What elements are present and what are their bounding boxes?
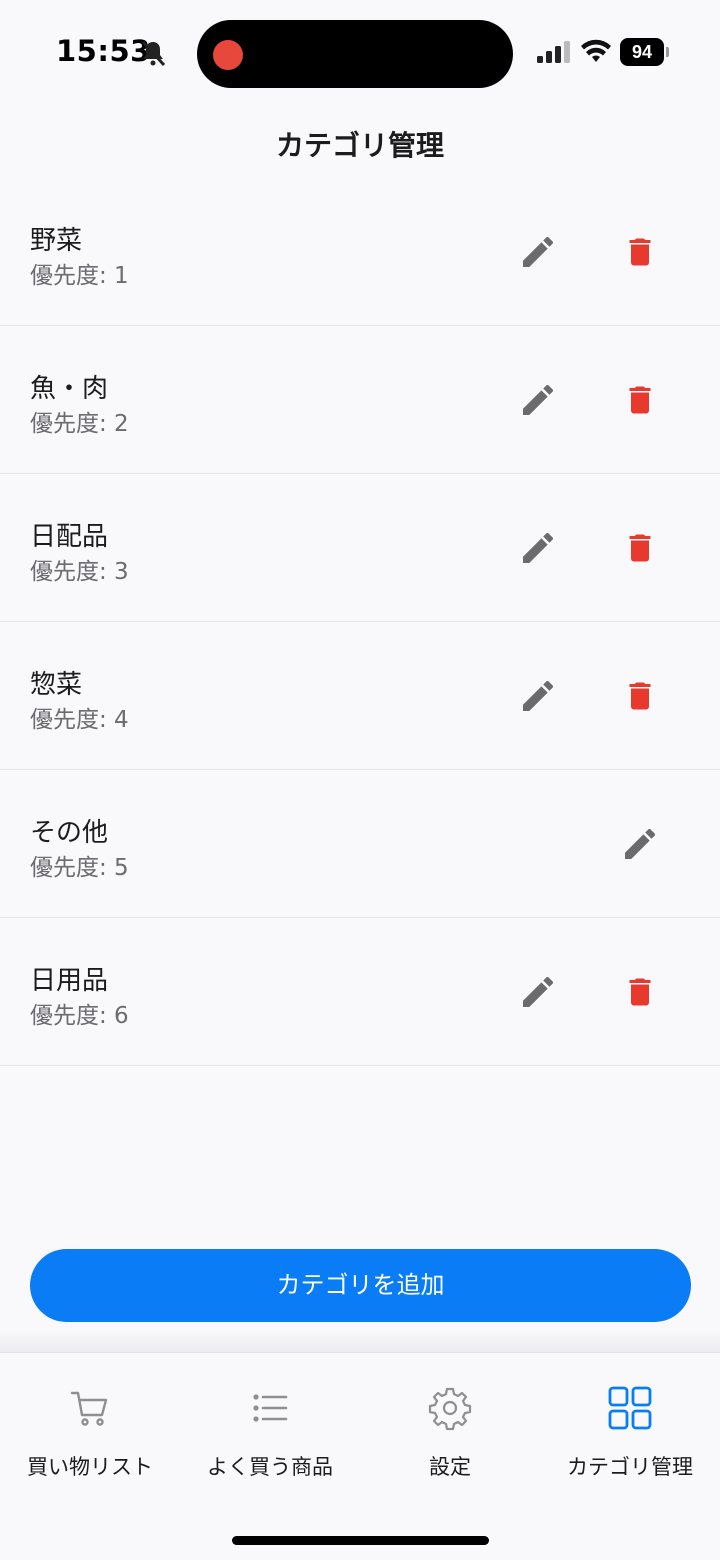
battery-icon: 94 bbox=[620, 38, 670, 66]
tab-label: よく買う商品 bbox=[207, 1455, 333, 1479]
edit-button[interactable] bbox=[518, 232, 558, 272]
page-title: カテゴリ管理 bbox=[275, 129, 444, 162]
edit-button[interactable] bbox=[518, 972, 558, 1012]
edit-button[interactable] bbox=[518, 676, 558, 716]
category-priority: 優先度: 3 bbox=[30, 559, 129, 585]
tab-bar: 買い物リスト よく買う商品 設定 カテゴリ管理 bbox=[0, 1352, 720, 1560]
category-name: 惣菜 bbox=[30, 670, 83, 700]
category-priority: 優先度: 4 bbox=[30, 707, 129, 733]
tab-settings[interactable]: 設定 bbox=[360, 1353, 540, 1493]
tab-shopping-list[interactable]: 買い物リスト bbox=[0, 1353, 180, 1493]
category-priority: 優先度: 2 bbox=[30, 411, 129, 437]
tab-category-management[interactable]: カテゴリ管理 bbox=[540, 1353, 720, 1493]
cart-icon bbox=[67, 1385, 113, 1431]
list-icon bbox=[247, 1385, 293, 1431]
tab-label: カテゴリ管理 bbox=[567, 1455, 693, 1479]
pencil-icon bbox=[523, 976, 554, 1007]
recording-dot-icon bbox=[213, 40, 243, 70]
pencil-icon bbox=[523, 532, 554, 563]
category-list: 野菜 優先度: 1 魚・肉 優先度: 2 日配品 優先度: 3 惣菜 優先度: … bbox=[0, 178, 720, 1066]
list-item[interactable]: 日配品 優先度: 3 bbox=[0, 474, 720, 622]
pencil-icon bbox=[523, 384, 554, 415]
category-name: 日用品 bbox=[30, 966, 109, 996]
trash-icon bbox=[629, 682, 651, 710]
category-priority: 優先度: 1 bbox=[30, 263, 129, 289]
category-name: 野菜 bbox=[30, 226, 83, 256]
tab-label: 設定 bbox=[429, 1455, 471, 1479]
category-priority: 優先度: 5 bbox=[30, 855, 129, 881]
edit-button[interactable] bbox=[518, 528, 558, 568]
grid-icon bbox=[607, 1385, 653, 1431]
add-category-button[interactable]: カテゴリを追加 bbox=[30, 1249, 691, 1322]
delete-button[interactable] bbox=[622, 676, 658, 716]
delete-button[interactable] bbox=[622, 232, 658, 272]
delete-button[interactable] bbox=[622, 528, 658, 568]
trash-icon bbox=[629, 238, 651, 266]
delete-button[interactable] bbox=[622, 972, 658, 1012]
tab-label: 買い物リスト bbox=[27, 1455, 153, 1479]
delete-button[interactable] bbox=[622, 380, 658, 420]
list-item[interactable]: 魚・肉 優先度: 2 bbox=[0, 326, 720, 474]
trash-icon bbox=[629, 386, 651, 414]
category-priority: 優先度: 6 bbox=[30, 1003, 129, 1029]
pencil-icon bbox=[625, 828, 656, 859]
home-indicator bbox=[232, 1536, 489, 1545]
cellular-signal-icon bbox=[535, 40, 575, 64]
bell-slash-icon bbox=[138, 38, 168, 68]
tab-frequent-items[interactable]: よく買う商品 bbox=[180, 1353, 360, 1493]
trash-icon bbox=[629, 534, 651, 562]
list-item[interactable]: 野菜 優先度: 1 bbox=[0, 178, 720, 326]
list-item[interactable]: その他 優先度: 5 bbox=[0, 770, 720, 918]
status-bar: 15:53 94 bbox=[0, 0, 720, 110]
gear-icon bbox=[427, 1385, 473, 1431]
status-time: 15:53 bbox=[56, 34, 151, 68]
category-name: その他 bbox=[30, 818, 109, 848]
list-item[interactable]: 日用品 優先度: 6 bbox=[0, 918, 720, 1066]
bottom-fade bbox=[0, 1330, 720, 1352]
list-item[interactable]: 惣菜 優先度: 4 bbox=[0, 622, 720, 770]
pencil-icon bbox=[523, 680, 554, 711]
trash-icon bbox=[629, 978, 651, 1006]
edit-button[interactable] bbox=[620, 824, 660, 864]
category-name: 魚・肉 bbox=[30, 374, 109, 404]
edit-button[interactable] bbox=[518, 380, 558, 420]
dynamic-island bbox=[197, 20, 513, 88]
pencil-icon bbox=[523, 236, 554, 267]
wifi-icon bbox=[580, 38, 612, 64]
battery-level: 94 bbox=[620, 38, 664, 66]
category-name: 日配品 bbox=[30, 522, 109, 552]
